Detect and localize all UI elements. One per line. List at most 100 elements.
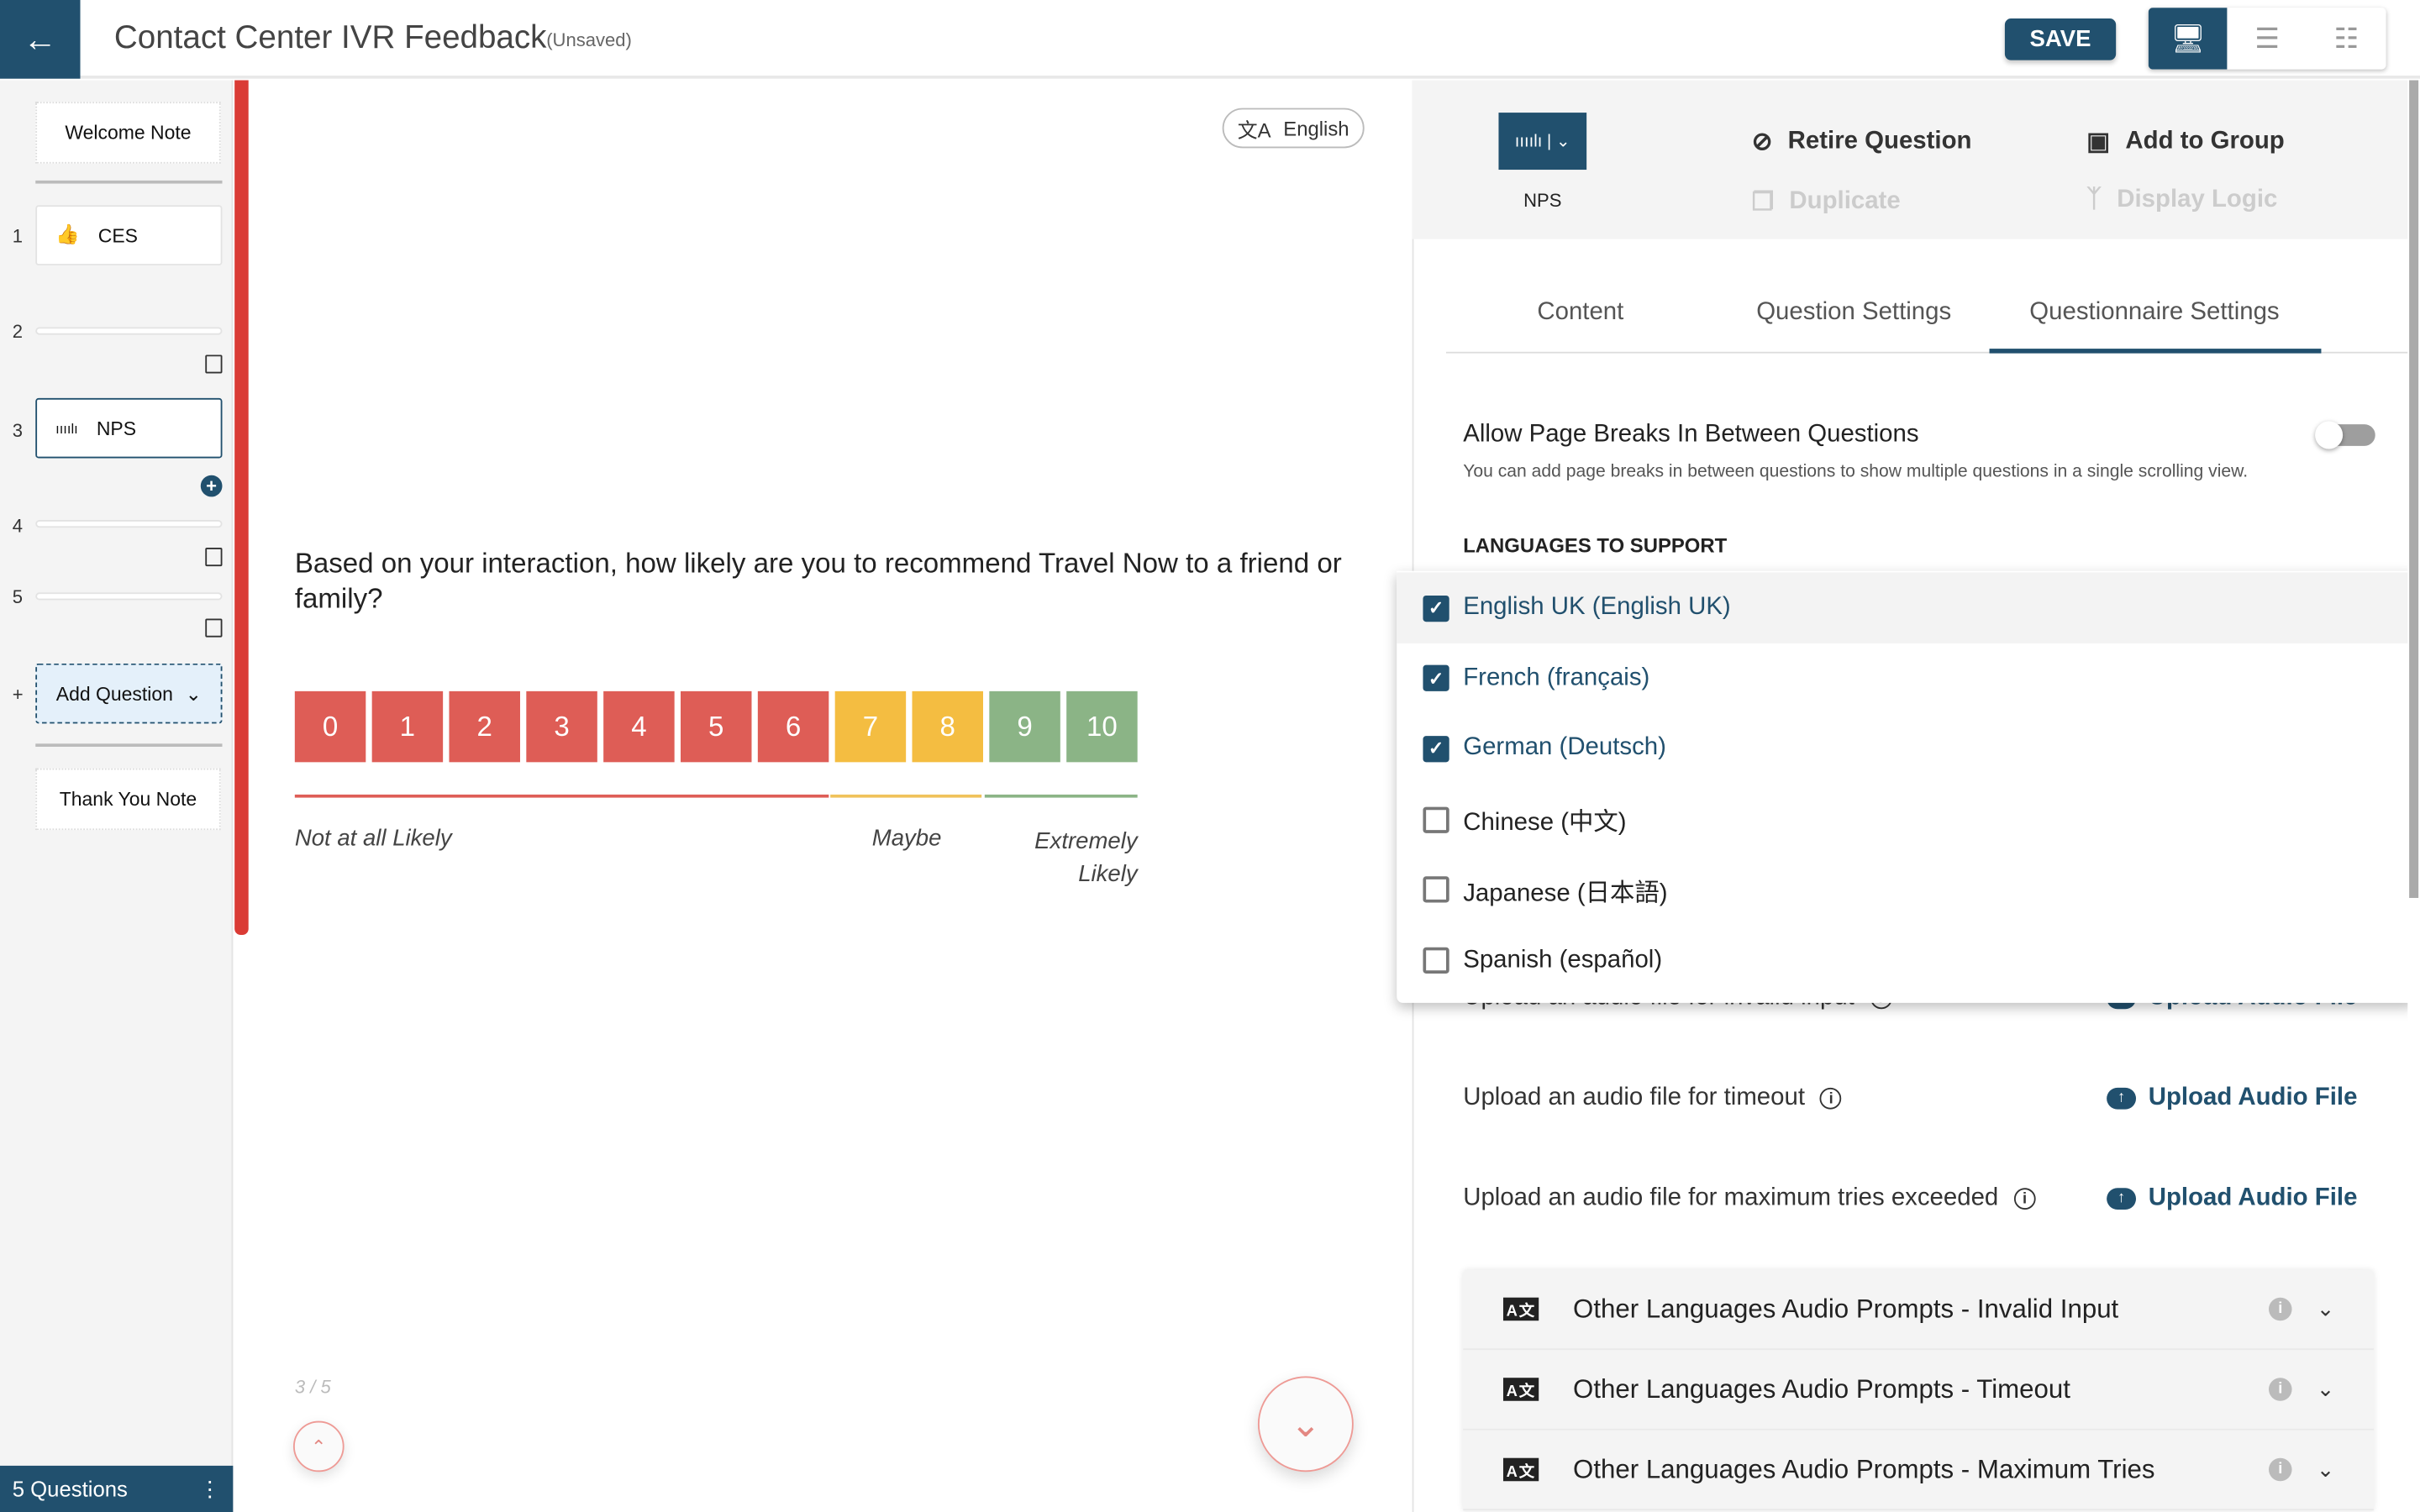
page-breaks-toggle[interactable] <box>2315 421 2375 449</box>
thank-you-note[interactable]: Thank You Note <box>35 768 221 831</box>
back-button[interactable]: ← <box>0 0 81 79</box>
language-label: French (français) <box>1463 664 1650 691</box>
scale-option-8[interactable]: 8 <box>912 690 983 763</box>
question-card-2[interactable] <box>35 327 223 335</box>
scale-option-1[interactable]: 1 <box>371 690 444 763</box>
tab-question-settings[interactable]: Question Settings <box>1756 299 1951 327</box>
info-icon[interactable]: i <box>1820 1087 1843 1110</box>
save-button[interactable]: SAVE <box>2004 18 2117 60</box>
add-question-button[interactable]: Add Question ⌄ <box>35 663 223 724</box>
scale-option-0[interactable]: 0 <box>294 690 366 763</box>
chevron-down-icon[interactable]: ⌄ <box>2317 1376 2335 1402</box>
scale-option-2[interactable]: 2 <box>449 690 520 763</box>
info-icon[interactable]: i <box>2013 1188 2036 1210</box>
tab-questionnaire-settings[interactable]: Questionnaire Settings <box>2029 299 2279 327</box>
upload-audio-button[interactable]: ↑ Upload Audio File <box>2107 1185 2357 1213</box>
question-label: NPS <box>96 417 137 439</box>
display-logic-button[interactable]: ᛉ Display Logic <box>2086 186 2277 214</box>
checkbox[interactable] <box>1423 806 1449 833</box>
scale-option-6[interactable]: 6 <box>757 690 829 763</box>
passive-line <box>830 794 982 798</box>
welcome-note[interactable]: Welcome Note <box>35 102 221 164</box>
promoter-line <box>984 794 1138 798</box>
accordion-max-tries[interactable]: A文 Other Languages Audio Prompts - Maximu… <box>1463 1431 2374 1511</box>
accordion-timeout[interactable]: A文 Other Languages Audio Prompts - Timeou… <box>1463 1350 2374 1431</box>
question-number: 4 <box>12 515 23 538</box>
info-icon[interactable]: i <box>2268 1297 2292 1321</box>
scale-option-7[interactable]: 7 <box>834 690 907 763</box>
chevron-up-icon: ⌃ <box>311 1436 327 1457</box>
info-icon[interactable]: i <box>2268 1378 2292 1401</box>
scale-option-3[interactable]: 3 <box>526 690 597 763</box>
cloud-upload-icon: ↑ <box>2107 1087 2137 1110</box>
checkbox[interactable] <box>1423 947 1449 974</box>
question-card-5[interactable] <box>35 592 223 601</box>
checkbox[interactable]: ✓ <box>1423 595 1449 622</box>
previous-question-button[interactable]: ⌃ <box>292 1420 345 1473</box>
branch-icon: ᛉ <box>2086 186 2102 213</box>
list-view-button[interactable]: ☰ <box>2228 8 2307 69</box>
question-number: 1 <box>12 225 23 247</box>
language-option[interactable]: Japanese (日本語) <box>1397 854 2415 925</box>
add-to-group-button[interactable]: ▣ Add to Group <box>2086 127 2285 158</box>
languages-heading: LANGUAGES TO SUPPORT <box>1463 533 1728 558</box>
contact-card-icon[interactable] <box>205 548 223 567</box>
accordion-invalid-input[interactable]: A文 Other Languages Audio Prompts - Invali… <box>1463 1270 2374 1351</box>
tab-content[interactable]: Content <box>1537 299 1623 327</box>
question-card-ces[interactable]: 👍 CES <box>35 205 223 265</box>
active-tab-indicator <box>1989 349 2322 354</box>
label-high: Extremely Likely <box>1034 828 1138 888</box>
question-number: 3 <box>12 419 23 442</box>
nps-scale: 0 1 2 3 4 5 6 7 8 9 10 <box>294 690 1138 763</box>
audio-prompts-accordion: A文 Other Languages Audio Prompts - Invali… <box>1463 1269 2374 1512</box>
language-label: English <box>1283 116 1349 140</box>
language-option[interactable]: ✓ French (français) <box>1397 643 2415 713</box>
view-switcher: 🖥 ☰ ☷ <box>2148 8 2386 70</box>
language-option[interactable]: Chinese (中文) <box>1397 784 2415 854</box>
checkbox[interactable]: ✓ <box>1423 664 1449 692</box>
duplicate-label: Duplicate <box>1789 188 1901 215</box>
checkbox[interactable]: ✓ <box>1423 735 1449 763</box>
tree-view-button[interactable]: ☷ <box>2307 8 2386 69</box>
question-type-dropdown[interactable]: ıııılı | ⌄ <box>1498 113 1587 171</box>
page-counter: 3 / 5 <box>294 1376 331 1399</box>
contact-card-icon[interactable] <box>205 354 223 374</box>
duplicate-button[interactable]: ❐ Duplicate <box>1752 186 1901 218</box>
sitemap-icon: ☷ <box>2333 22 2360 54</box>
divider <box>35 743 223 747</box>
hamburger-icon: ☰ <box>2254 22 2280 54</box>
panel-scrollbar[interactable] <box>2407 80 2420 1512</box>
chevron-down-icon[interactable]: ⌄ <box>2317 1457 2335 1483</box>
scale-option-4[interactable]: 4 <box>603 690 675 763</box>
language-label: Japanese (日本語) <box>1463 880 1668 907</box>
language-option[interactable]: Spanish (español) <box>1397 925 2415 995</box>
eye-slash-icon: ⊘ <box>1751 129 1773 156</box>
monitor-icon: 🖥 <box>2170 22 2206 54</box>
desktop-view-button[interactable]: 🖥 <box>2148 8 2228 70</box>
next-question-button[interactable]: ⌄ <box>1257 1376 1354 1473</box>
translate-icon: 文A <box>1237 118 1271 142</box>
section-indicator <box>234 80 249 936</box>
chevron-down-icon[interactable]: ⌄ <box>2317 1296 2335 1322</box>
add-plus-icon[interactable]: + <box>200 475 223 497</box>
page-breaks-desc: You can add page breaks in between quest… <box>1463 463 2249 482</box>
checkbox[interactable] <box>1423 876 1449 904</box>
language-option[interactable]: ✓ German (Deutsch) <box>1397 713 2415 784</box>
language-option[interactable]: ✓ English UK (English UK) <box>1397 572 2416 643</box>
scale-option-9[interactable]: 9 <box>989 690 1060 763</box>
scale-option-5[interactable]: 5 <box>680 690 752 763</box>
language-selector[interactable]: 文A English <box>1222 108 1365 149</box>
more-vertical-icon[interactable]: ⋮ <box>199 1476 221 1502</box>
info-icon[interactable]: i <box>2268 1457 2292 1482</box>
contact-card-icon[interactable] <box>205 618 223 638</box>
retire-question-button[interactable]: ⊘ Retire Question <box>1752 127 1972 158</box>
page-breaks-title: Allow Page Breaks In Between Questions <box>1463 421 1919 448</box>
question-card-4[interactable] <box>35 519 223 528</box>
divider <box>35 180 223 184</box>
chevron-down-icon: ⌄ <box>185 683 202 706</box>
upload-label: Upload an audio file for maximum tries e… <box>1463 1184 1999 1211</box>
scale-option-10[interactable]: 10 <box>1066 690 1138 763</box>
question-card-nps[interactable]: ıııılı NPS <box>35 397 223 459</box>
question-text: Based on your interaction, how likely ar… <box>294 548 1342 615</box>
upload-audio-button[interactable]: ↑ Upload Audio File <box>2107 1084 2357 1112</box>
